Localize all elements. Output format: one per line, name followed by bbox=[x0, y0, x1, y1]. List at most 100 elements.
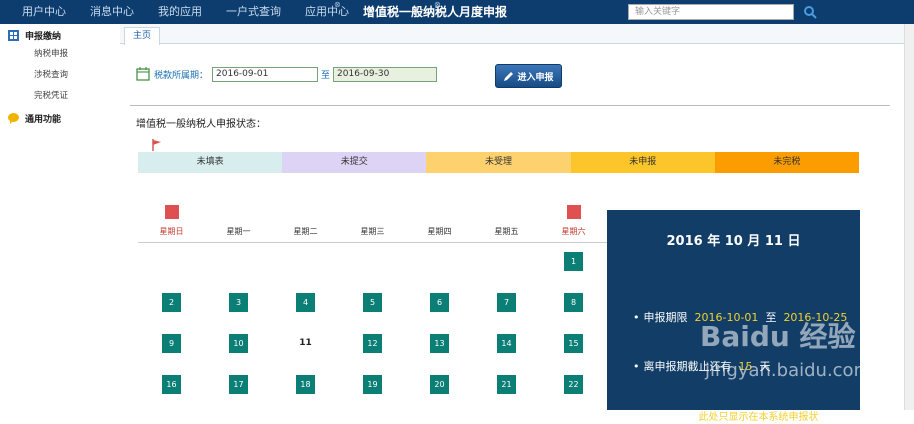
calendar-day[interactable]: 9 bbox=[162, 334, 181, 353]
period-end-input: 2016-09-30 bbox=[333, 66, 438, 82]
legend-unfilled: 未填表 bbox=[138, 152, 283, 173]
calendar-cell bbox=[272, 252, 339, 293]
bullet-icon: • bbox=[633, 311, 640, 324]
vat-tab-close-icon[interactable]: ⊗ bbox=[434, 0, 441, 10]
calendar-day[interactable]: 18 bbox=[296, 375, 315, 394]
nav-message-center[interactable]: 消息中心 bbox=[90, 0, 134, 24]
bullet-icon: • bbox=[633, 360, 640, 373]
legend-undeclared: 未申报 bbox=[570, 152, 715, 173]
calendar-cell: 9 bbox=[138, 334, 205, 375]
sidebar-group-declaration[interactable]: 申报缴纳 bbox=[0, 26, 120, 44]
search-icon[interactable] bbox=[803, 5, 817, 19]
nav-account-query[interactable]: 一户式查询 bbox=[226, 0, 281, 24]
legend-unpaid: 未完税 bbox=[714, 152, 860, 173]
saturday-marker bbox=[567, 205, 581, 219]
calendar-day[interactable]: 10 bbox=[229, 334, 248, 353]
calendar-cell: 11 bbox=[272, 334, 339, 375]
calendar-cell: 14 bbox=[473, 334, 540, 375]
calendar-cell: 2 bbox=[138, 293, 205, 334]
status-title: 增值税一般纳税人申报状态： bbox=[136, 119, 266, 130]
divider bbox=[130, 105, 890, 106]
calendar-cell: 7 bbox=[473, 293, 540, 334]
calendar-cell bbox=[138, 252, 205, 293]
edit-icon bbox=[504, 71, 514, 81]
legend-unaccepted: 未受理 bbox=[426, 152, 571, 173]
weekday-fri: 星期五 bbox=[494, 227, 519, 236]
calendar-cell bbox=[205, 252, 272, 293]
tax-period-row: 税款所属期： 2016-09-01 至 2016-09-30 bbox=[136, 64, 438, 84]
baidu-watermark: Baidu 经验 bbox=[700, 320, 856, 353]
tab-home[interactable]: 主页 bbox=[124, 27, 160, 45]
calendar-day[interactable]: 20 bbox=[430, 375, 449, 394]
calendar-cell: 8 bbox=[540, 293, 607, 334]
sidebar-group-label: 通用功能 bbox=[25, 114, 62, 125]
weekday-tue: 星期二 bbox=[293, 227, 318, 236]
calendar-day[interactable]: 13 bbox=[430, 334, 449, 353]
top-navigation-bar: 用户中心 消息中心 我的应用 一户式查询 应用中心 ⊗ 增值税一般纳税人月度申报… bbox=[0, 0, 914, 24]
calendar-day[interactable]: 21 bbox=[497, 375, 516, 394]
tip-label: 友情提醒： bbox=[643, 410, 699, 423]
status-legend: 未填表 未提交 未受理 未申报 未完税 bbox=[138, 152, 860, 173]
period-deadline-label: 申报期限 bbox=[643, 311, 688, 324]
period-to-label: 至 bbox=[321, 70, 331, 81]
calendar-day[interactable]: 2 bbox=[162, 293, 181, 312]
calendar-day[interactable]: 5 bbox=[363, 293, 382, 312]
calendar-day[interactable]: 19 bbox=[363, 375, 382, 394]
calendar-cell: 4 bbox=[272, 293, 339, 334]
sidebar-item-tax-certificate[interactable]: 完税凭证 bbox=[0, 86, 120, 107]
calendar-day[interactable]: 7 bbox=[497, 293, 516, 312]
calendar-day[interactable]: 6 bbox=[430, 293, 449, 312]
calendar-weekday-header: 星期日 星期一 星期二 星期三 星期四 星期五 星期六 bbox=[138, 220, 607, 244]
period-start-input[interactable]: 2016-09-01 bbox=[212, 66, 319, 82]
app-center-close-icon[interactable]: ⊗ bbox=[334, 0, 341, 10]
calendar-day[interactable]: 16 bbox=[162, 375, 181, 394]
weekday-wed: 星期三 bbox=[360, 227, 385, 236]
calendar-week-row: 2 3 4 5 6 7 8 bbox=[138, 293, 607, 334]
calendar-week-row: 9 10 11 12 13 14 15 bbox=[138, 334, 607, 375]
tip-text: 此处只显示在本系统申报状 bbox=[698, 412, 819, 423]
calendar-cell: 15 bbox=[540, 334, 607, 375]
calendar-day[interactable]: 15 bbox=[564, 334, 583, 353]
calendar-cell bbox=[406, 252, 473, 293]
weekday-sun: 星期日 bbox=[159, 227, 184, 236]
enter-declaration-button[interactable]: 进入申报 bbox=[495, 64, 562, 88]
calendar-cell: 6 bbox=[406, 293, 473, 334]
flag-icon bbox=[152, 139, 161, 151]
calendar-day[interactable]: 8 bbox=[564, 293, 583, 312]
vertical-scrollbar[interactable] bbox=[904, 24, 914, 410]
grid-icon bbox=[8, 29, 19, 41]
sidebar-group-common[interactable]: 通用功能 bbox=[0, 109, 120, 127]
calendar-divider bbox=[138, 242, 607, 243]
nav-app-center[interactable]: 应用中心 bbox=[305, 0, 349, 24]
baidu-watermark-url: jingyan.baidu.com bbox=[705, 360, 872, 381]
calendar-cell: 12 bbox=[339, 334, 406, 375]
calendar-cell bbox=[339, 252, 406, 293]
nav-my-apps[interactable]: 我的应用 bbox=[158, 0, 202, 24]
tax-period-label: 税款所属期： bbox=[154, 70, 209, 81]
sidebar-item-tax-query[interactable]: 涉税查询 bbox=[0, 65, 120, 86]
sidebar-item-tax-declaration[interactable]: 纳税申报 bbox=[0, 44, 120, 65]
weekday-sat: 星期六 bbox=[561, 227, 586, 236]
nav-user-center[interactable]: 用户中心 bbox=[22, 0, 66, 24]
tab-strip: 主页 bbox=[120, 24, 914, 45]
calendar-cell bbox=[473, 252, 540, 293]
calendar-day[interactable]: 12 bbox=[363, 334, 382, 353]
calendar-day[interactable]: 14 bbox=[497, 334, 516, 353]
calendar-day[interactable]: 22 bbox=[564, 375, 583, 394]
calendar-grid: 1 2 3 4 5 6 7 8 9 10 11 12 13 14 15 16 17 18 19 20 21 22 bbox=[138, 252, 607, 416]
calendar-day[interactable]: 17 bbox=[229, 375, 248, 394]
search-input[interactable]: 输入关键字 bbox=[628, 4, 794, 20]
calendar-week-row: 1 bbox=[138, 252, 607, 293]
calendar-icon bbox=[136, 67, 150, 81]
calendar-day[interactable]: 1 bbox=[564, 252, 583, 271]
calendar-cell: 10 bbox=[205, 334, 272, 375]
calendar-day[interactable]: 3 bbox=[229, 293, 248, 312]
calendar-cell: 3 bbox=[205, 293, 272, 334]
sunday-marker bbox=[165, 205, 179, 219]
calendar-day-today[interactable]: 11 bbox=[296, 334, 315, 353]
calendar-day[interactable]: 4 bbox=[296, 293, 315, 312]
legend-unsubmitted: 未提交 bbox=[282, 152, 427, 173]
calendar-cell: 1 bbox=[540, 252, 607, 293]
enter-declaration-label: 进入申报 bbox=[517, 72, 554, 83]
sidebar: 申报缴纳 纳税申报 涉税查询 完税凭证 通用功能 bbox=[0, 24, 120, 410]
